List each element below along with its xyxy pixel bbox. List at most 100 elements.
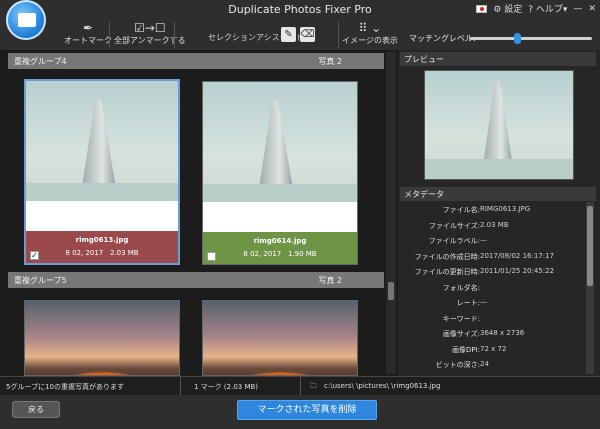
file-name: rimg0614.jpg [253, 237, 307, 245]
help-menu[interactable]: ? ヘルプ▾ [528, 2, 567, 15]
metadata-value: — [480, 236, 487, 244]
matching-level-slider[interactable] [470, 33, 592, 44]
photo-card[interactable]: rimg0614.jpg 8 02, 2017 1.90 MB [202, 81, 358, 265]
mark-checkbox[interactable] [207, 252, 216, 261]
metadata-table: ファイル名: RIMG0613.JPG ファイルサイズ: 2.03 MB ファイルラベル… [400, 202, 586, 388]
minimize-button[interactable]: — [573, 4, 582, 14]
scrollbar-thumb[interactable] [388, 282, 394, 300]
wand-icon: ✒ [82, 21, 94, 35]
metadata-key: 画像DPI: [451, 345, 480, 354]
group-name: 重複グループ5 [14, 276, 67, 285]
help-label: ヘルプ [535, 5, 563, 15]
toolbar-divider [338, 22, 339, 48]
group-header: 重複グループ4 写真 2 [8, 53, 384, 69]
titlebar-controls: ⚙ 設定 ? ヘルプ▾ — ✕ [476, 2, 596, 15]
metadata-key: 画像サイズ: [442, 330, 480, 338]
metadata-row: レート: — [400, 295, 586, 311]
delete-marked-button[interactable]: マークされた写真を削除 [237, 400, 377, 420]
metadata-row: ビットの深さ: 24 [400, 357, 586, 373]
metadata-row: ファイル名: RIMG0613.JPG [400, 202, 586, 218]
metadata-row: ファイルラベル: — [400, 233, 586, 249]
metadata-row: 画像DPI: 72 x 72 [400, 342, 586, 358]
view-label: イメージの表示 [342, 36, 398, 45]
file-date: 8 02, 2017 [65, 249, 104, 257]
metadata-key: ファイルの更新日時: [414, 268, 480, 276]
close-button[interactable]: ✕ [588, 4, 596, 14]
app-window: { "title": "Duplicate Photos Fixer Pro",… [0, 0, 600, 429]
group-header: 重複グループ5 写真 2 [8, 272, 384, 288]
metadata-key: ファイルサイズ: [428, 221, 480, 230]
metadata-key: ファイルの作成日時: [414, 252, 480, 261]
metadata-value: 72 x 72 [480, 344, 507, 353]
photo-thumbnail[interactable] [26, 81, 178, 201]
title-bar: Duplicate Photos Fixer Pro ⚙ 設定 ? ヘルプ▾ —… [0, 0, 600, 20]
scrollbar-thumb[interactable] [587, 206, 593, 286]
metadata-value: 24 [480, 360, 489, 368]
file-path: c:\users\ \pictures\ \rimg0613.jpg [324, 382, 441, 390]
file-name: rimg0613.jpg [75, 236, 129, 244]
photo-thumbnail[interactable] [203, 301, 357, 375]
metadata-scrollbar[interactable] [586, 202, 594, 374]
assistant-wand-button[interactable]: ✎ [281, 27, 296, 42]
metadata-key: ファイルラベル: [428, 237, 480, 245]
results-scrollbar[interactable] [386, 52, 396, 374]
metadata-row: ファイルの作成日時: 2017/08/02 16:17:17 [400, 249, 586, 265]
photo-info: rimg0614.jpg 8 02, 2017 1.90 MB [203, 232, 357, 264]
metadata-key: キーワード: [442, 314, 480, 323]
marked-summary: 1 マーク (2.03 MB) [194, 383, 259, 391]
bottom-bar: 戻る マークされた写真を削除 [0, 395, 600, 429]
metadata-key: フォルダ名: [442, 283, 480, 292]
group-count: 写真 2 [318, 276, 342, 285]
file-meta: 8 02, 2017 2.03 MB [26, 249, 178, 257]
assistant-eraser-button[interactable]: ⌫ [300, 27, 315, 42]
matching-level-label: マッチングレベル: [409, 34, 476, 43]
metadata-key: ビットの深さ: [435, 361, 480, 369]
details-pane: プレビュー メタデータ ファイル名: RIMG0613.JPG ファイルサイズ: 2.… [400, 50, 600, 385]
metadata-header: メタデータ [400, 187, 596, 201]
photo-card[interactable]: rimg0613.jpg 8 02, 2017 2.03 MB ✓ [24, 79, 180, 265]
photo-thumbnail[interactable] [203, 82, 357, 202]
duplicates-pane: 重複グループ4 写真 2 rimg0613.jpg 8 02, 2017 2.0… [0, 50, 398, 376]
metadata-row: 画像サイズ: 3648 x 2736 [400, 326, 586, 342]
settings-label: 設定 [504, 5, 523, 15]
japan-flag-icon[interactable] [476, 4, 488, 13]
file-size: 2.03 MB [109, 249, 139, 257]
photo-info: rimg0613.jpg 8 02, 2017 2.03 MB ✓ [26, 231, 178, 263]
file-meta: 8 02, 2017 1.90 MB [203, 250, 357, 258]
metadata-key: レート: [456, 299, 480, 307]
metadata-value: 2017/08/02 16:17:17 [480, 251, 555, 260]
duplicate-summary: 5グループに10の重複写真があります [6, 383, 124, 391]
grid-view-icon: ⠿ ⌄ [358, 21, 382, 35]
auto-mark-label: オートマーク [64, 36, 112, 45]
photo-card[interactable] [24, 300, 180, 376]
metadata-row: キーワード: [400, 311, 586, 327]
folder-icon: 🗀 [310, 382, 317, 390]
metadata-row: ファイルサイズ: 2.03 MB [400, 218, 586, 234]
group-name: 重複グループ4 [14, 57, 67, 66]
view-images-button[interactable]: ⠿ ⌄ イメージの表示 [342, 22, 398, 46]
toolbar-divider [109, 22, 110, 48]
slider-thumb[interactable] [513, 33, 521, 44]
metadata-key: ファイル名: [442, 206, 480, 214]
app-logo-icon [6, 0, 46, 40]
preview-image [424, 70, 574, 180]
toolbar-divider [174, 22, 175, 48]
file-size: 1.90 MB [287, 250, 317, 258]
photo-thumbnail[interactable] [25, 301, 179, 375]
metadata-row: フォルダ名: [400, 280, 586, 296]
metadata-value: 2.03 MB [480, 220, 509, 229]
group-count: 写真 2 [318, 57, 342, 66]
preview-header: プレビュー [400, 52, 596, 66]
metadata-value: RIMG0613.JPG [480, 205, 531, 213]
metadata-row: ファイルの更新日時: 2011/01/25 20:45:22 [400, 264, 586, 280]
mark-checkbox[interactable]: ✓ [30, 251, 39, 260]
file-date: 8 02, 2017 [243, 250, 282, 258]
status-bar: 5グループに10の重複写真があります 1 マーク (2.03 MB) 🗀 c:\… [0, 376, 600, 396]
metadata-value: 3648 x 2736 [480, 329, 525, 337]
auto-mark-button[interactable]: ✒ オートマーク [64, 22, 112, 46]
settings-menu[interactable]: ⚙ 設定 [493, 2, 522, 15]
metadata-value: 2011/01/25 20:45:22 [480, 267, 555, 275]
metadata-value: — [480, 298, 487, 306]
back-button[interactable]: 戻る [12, 401, 60, 418]
photo-card[interactable] [202, 300, 358, 376]
